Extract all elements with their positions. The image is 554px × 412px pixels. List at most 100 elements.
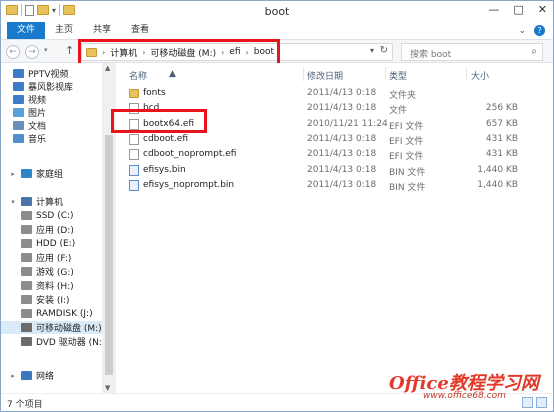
scrollbar-thumb[interactable] [105, 135, 113, 375]
navigation-pane: PPTV视频暴风影视库视频图片文档 音乐 ▸ 家庭组 ▾ 计算机 SSD (C:) 应用 (D… [1, 63, 105, 393]
expand-open-icon[interactable]: ▾ [9, 198, 17, 206]
maximize-button[interactable]: □ [513, 3, 523, 16]
sidebar-item-label: 视频 [28, 96, 47, 106]
expand-ribbon-icon[interactable]: ⌄ [518, 26, 526, 36]
file-size: 431 KB [485, 149, 518, 160]
file-type: BIN 文件 [389, 182, 426, 193]
sidebar-item[interactable]: 安装 (I:) [1, 293, 70, 306]
search-icon[interactable]: ⌕ [531, 46, 537, 57]
sidebar-item[interactable]: DVD 驱动器 (N:) [1, 335, 105, 348]
sidebar-item[interactable]: PPTV视频 [1, 67, 69, 80]
network-icon [21, 371, 32, 380]
file-size: 1,440 KB [477, 164, 518, 175]
sidebar-item[interactable]: 游戏 (G:) [1, 265, 74, 278]
scroll-up-icon[interactable]: ▲ [105, 64, 110, 72]
tab-file[interactable]: 文件 [7, 22, 46, 39]
sidebar-item[interactable]: 可移动磁盘 (M:) [1, 321, 102, 334]
file-date: 2011/4/13 0:18 [307, 88, 377, 98]
bin-file-icon [129, 164, 139, 176]
title-bar: ▾ boot — □ ✕ [1, 1, 553, 22]
sidebar-item[interactable]: 应用 (D:) [1, 223, 74, 236]
sidebar-item[interactable]: 应用 (F:) [1, 251, 71, 264]
minimize-button[interactable]: — [488, 3, 499, 16]
drive-icon [21, 281, 32, 290]
sidebar-item-label: SSD (C:) [36, 210, 74, 221]
ribbon-tabs: 文件 主页 共享 查看 ⌄ ? [1, 22, 553, 39]
sidebar-item[interactable]: HDD (E:) [1, 237, 75, 250]
drive-icon [21, 211, 32, 220]
file-date: 2011/4/13 0:18 [307, 133, 377, 144]
close-button[interactable]: ✕ [538, 3, 547, 16]
sidebar-item[interactable]: 资料 (H:) [1, 279, 74, 292]
tab-view[interactable]: 查看 [121, 22, 159, 39]
column-size[interactable]: 大小 [471, 69, 489, 82]
sidebar-item[interactable]: 暴风影视库 [1, 80, 73, 93]
column-name[interactable]: 名称 [129, 69, 147, 82]
file-type: BIN 文件 [389, 167, 426, 178]
forward-button[interactable]: → [25, 45, 39, 59]
sidebar-item[interactable]: 图片 [1, 106, 46, 119]
back-button[interactable]: ← [6, 45, 20, 59]
expand-closed-icon[interactable]: ▸ [9, 372, 17, 380]
file-row[interactable]: cdboot_noprompt.efi 2011/4/13 0:18 EFI 文件 4… [116, 148, 553, 162]
video-library-icon [13, 69, 24, 78]
window-controls: — □ ✕ [488, 3, 547, 16]
file-size: 431 KB [485, 133, 518, 144]
sidebar-item-label: 文档 [28, 122, 47, 132]
column-type[interactable]: 类型 [389, 69, 407, 82]
sidebar-item[interactable]: ▾ 计算机 [1, 195, 63, 208]
sidebar-item-label: 应用 (D:) [36, 226, 74, 236]
expand-closed-icon[interactable]: ▸ [9, 170, 17, 178]
file-date: 2011/4/13 0:18 [307, 164, 377, 175]
sidebar-item[interactable]: RAMDISK (J:) [1, 307, 93, 320]
sidebar-item[interactable]: 音乐 [1, 132, 46, 145]
file-size: 1,440 KB [477, 179, 518, 190]
file-row[interactable]: fonts 2011/4/13 0:18 文件夹 [116, 87, 553, 101]
search-box[interactable]: 搜索 boot ⌕ [401, 43, 543, 61]
up-button[interactable]: ↑ [65, 44, 74, 57]
file-name: efisys.bin [143, 164, 186, 175]
sidebar-item-label: 图片 [28, 109, 47, 119]
sidebar-item-label: 网络 [36, 372, 55, 382]
drive-icon [21, 253, 32, 262]
sidebar-item-label: 应用 (F:) [36, 254, 72, 264]
tab-home[interactable]: 主页 [45, 22, 83, 39]
watermark: Office教程学习网 www.office68.com [389, 369, 549, 409]
file-row[interactable]: cdboot.efi 2011/4/13 0:18 EFI 文件 431 KB [116, 133, 553, 147]
sidebar-item[interactable]: ▸ 家庭组 [1, 167, 63, 180]
sidebar-item[interactable]: SSD (C:) [1, 209, 74, 222]
video-library-icon [13, 95, 24, 104]
file-highlight-box [111, 109, 207, 133]
scroll-down-icon[interactable]: ▼ [105, 384, 110, 392]
sidebar-item-label: 暴风影视库 [28, 83, 74, 93]
dvd-drive-icon [21, 337, 32, 346]
file-row[interactable]: efisys_noprompt.bin 2011/4/13 0:18 BIN 文件 1… [116, 179, 553, 193]
refresh-icon[interactable]: ↻ [380, 45, 388, 56]
column-divider[interactable] [385, 67, 386, 81]
sidebar-item-label: 资料 (H:) [36, 282, 74, 292]
folder-icon [129, 89, 139, 98]
column-divider[interactable] [466, 67, 467, 81]
homegroup-icon [21, 169, 32, 178]
recent-locations-dropdown[interactable]: ▾ [44, 46, 48, 54]
drive-icon [21, 267, 32, 276]
address-highlight-box [78, 39, 280, 66]
search-input[interactable]: 搜索 boot [410, 47, 451, 60]
sidebar-item[interactable]: 文档 [1, 119, 46, 132]
sidebar-item[interactable]: ▸ 网络 [1, 369, 54, 382]
file-row[interactable]: efisys.bin 2011/4/13 0:18 BIN 文件 1,440 KB [116, 164, 553, 178]
computer-icon [21, 197, 32, 206]
drive-icon [21, 225, 32, 234]
sidebar-item[interactable]: 视频 [1, 93, 46, 106]
column-divider[interactable] [303, 67, 304, 81]
pictures-library-icon [13, 108, 24, 117]
file-icon [129, 133, 139, 145]
item-count: 7 个项目 [7, 400, 43, 410]
tab-share[interactable]: 共享 [83, 22, 121, 39]
sidebar-item-label: 安装 (I:) [36, 296, 70, 306]
help-icon[interactable]: ? [534, 25, 545, 36]
address-dropdown-icon[interactable]: ▾ [370, 46, 374, 55]
music-library-icon [13, 134, 24, 143]
column-date[interactable]: 修改日期 [307, 69, 343, 82]
file-type: 文件 [389, 106, 408, 117]
